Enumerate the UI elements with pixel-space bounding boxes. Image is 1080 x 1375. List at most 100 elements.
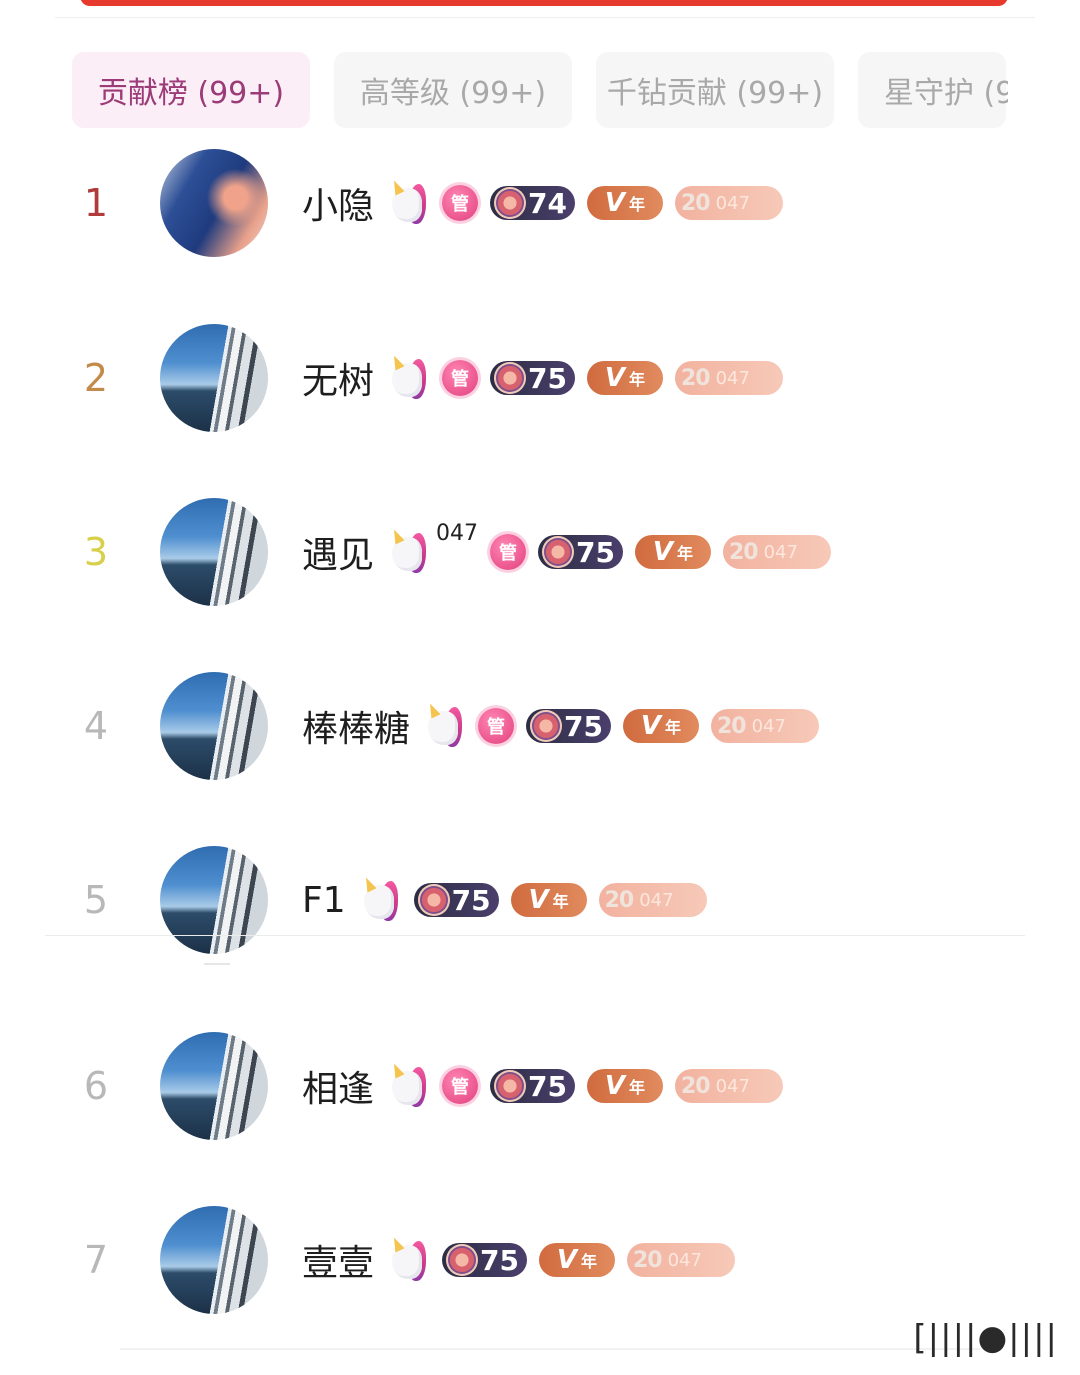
- level-number: 75: [451, 883, 491, 917]
- fan-club-badge: 20 047: [674, 186, 783, 220]
- tab-star-guardian[interactable]: 星守护 (9: [858, 52, 1008, 128]
- rank-number: 2: [83, 356, 109, 400]
- admin-badge: 管: [490, 534, 527, 570]
- username: 遇见: [302, 535, 375, 576]
- unicorn-icon: [386, 1235, 430, 1283]
- username: 小隐: [302, 186, 375, 227]
- level-number: 75: [576, 535, 615, 569]
- username: 壹壹: [302, 1243, 375, 1284]
- level-badge: 75: [490, 1069, 575, 1103]
- heart-icon: 20: [680, 1073, 711, 1099]
- fan-club-badge: 20 047: [674, 1069, 783, 1103]
- gem-icon: [542, 536, 575, 568]
- ranking-tabs: 贡献榜 (99+) 高等级 (99+) 千钻贡献 (99+) 星守护 (9: [72, 52, 1008, 128]
- annual-vip-badge: V年: [634, 535, 711, 569]
- user-info: 棒棒糖 管 75 V年 20 047: [302, 661, 819, 791]
- level-badge: 75: [490, 361, 575, 395]
- avatar[interactable]: [160, 149, 268, 257]
- unicorn-icon: [386, 1061, 430, 1109]
- username: 无树: [302, 361, 375, 402]
- unicorn-icon: [422, 701, 466, 749]
- gem-icon: [417, 884, 450, 916]
- superscript-number: 047: [436, 521, 479, 546]
- level-badge: 74: [490, 186, 575, 220]
- level-number: 75: [480, 1243, 519, 1277]
- annual-vip-badge: V年: [622, 709, 699, 743]
- level-number: 75: [528, 1069, 567, 1103]
- annual-vip-badge: V年: [586, 361, 663, 395]
- unicorn-icon: [386, 353, 430, 401]
- level-number: 74: [528, 186, 567, 220]
- heart-icon: 20: [716, 713, 747, 739]
- fan-club-badge: 20 047: [626, 1243, 735, 1277]
- tab-contribution[interactable]: 贡献榜 (99+): [72, 52, 310, 128]
- annual-vip-badge: V年: [586, 186, 663, 220]
- user-info: F1 75 V年 20 047: [302, 835, 707, 965]
- level-badge: 75: [413, 883, 499, 917]
- divider: [204, 963, 230, 965]
- admin-badge: 管: [442, 360, 479, 396]
- unicorn-icon: [386, 527, 430, 575]
- fan-club-badge: 20 047: [674, 361, 783, 395]
- heart-icon: 20: [680, 365, 711, 391]
- divider: [55, 17, 1035, 18]
- gem-icon: [494, 187, 527, 219]
- fan-club-badge: 20 047: [722, 535, 831, 569]
- gem-icon: [494, 362, 527, 394]
- annual-vip-badge: V年: [510, 883, 587, 917]
- tab-high-level[interactable]: 高等级 (99+): [334, 52, 572, 128]
- rank-number: 6: [83, 1064, 109, 1108]
- annual-vip-badge: V年: [586, 1069, 663, 1103]
- heart-icon: 20: [680, 190, 711, 216]
- username: 相逢: [302, 1069, 375, 1110]
- user-info: 相逢 管 75 V年 20 047: [302, 1021, 783, 1151]
- annual-vip-badge: V年: [538, 1243, 615, 1277]
- username: F1: [302, 879, 346, 921]
- rank-number: 4: [83, 704, 109, 748]
- user-info: 无树 管 75 V年 20 047: [302, 313, 783, 443]
- ranking-row[interactable]: 2 无树 管 75 V年 20 047: [0, 313, 1080, 443]
- user-info: 遇见 047 管 75 V年 20 047: [302, 487, 831, 617]
- username: 棒棒糖: [302, 709, 411, 750]
- divider: [120, 1348, 980, 1350]
- user-info: 壹壹 75 V年 20 047: [302, 1195, 735, 1325]
- avatar[interactable]: [160, 498, 268, 606]
- heart-icon: 20: [728, 539, 759, 565]
- fan-club-badge: 20 047: [710, 709, 819, 743]
- level-number: 75: [528, 361, 567, 395]
- admin-badge: 管: [478, 708, 515, 744]
- heart-icon: 20: [632, 1247, 663, 1273]
- level-number: 75: [564, 709, 603, 743]
- divider: [45, 935, 1025, 936]
- gem-icon: [446, 1244, 479, 1276]
- avatar[interactable]: [160, 846, 268, 954]
- gem-icon: [494, 1070, 527, 1102]
- unicorn-icon: [358, 875, 402, 923]
- user-info: 小隐 管 74 V年 20 047: [302, 138, 783, 268]
- ranking-row[interactable]: 3 遇见 047 管 75 V年 20 047: [0, 487, 1080, 617]
- watermark: [||||●||||: [913, 1318, 1058, 1358]
- level-badge: 75: [442, 1243, 527, 1277]
- avatar[interactable]: [160, 672, 268, 780]
- level-badge: 75: [526, 709, 611, 743]
- heart-icon: 20: [604, 887, 635, 913]
- avatar[interactable]: [160, 1032, 268, 1140]
- top-action-bar: [80, 0, 1008, 6]
- rank-number: 1: [83, 181, 109, 225]
- fan-club-badge: 20 047: [598, 883, 707, 917]
- ranking-row[interactable]: 1 小隐 管 74 V年 20 047: [0, 138, 1080, 268]
- rank-number: 7: [83, 1238, 109, 1282]
- ranking-row[interactable]: 4 棒棒糖 管 75 V年 20 047: [0, 661, 1080, 791]
- admin-badge: 管: [442, 185, 479, 221]
- rank-number: 3: [83, 530, 109, 574]
- ranking-row[interactable]: 5 F1 75 V年 20 047: [0, 835, 1080, 965]
- rank-number: 5: [83, 878, 109, 922]
- ranking-row[interactable]: 6 相逢 管 75 V年 20 047: [0, 1021, 1080, 1151]
- unicorn-icon: [386, 178, 430, 226]
- gem-icon: [530, 710, 563, 742]
- admin-badge: 管: [442, 1068, 479, 1104]
- avatar[interactable]: [160, 1206, 268, 1314]
- avatar[interactable]: [160, 324, 268, 432]
- tab-diamond-contribution[interactable]: 千钻贡献 (99+): [596, 52, 834, 128]
- ranking-row[interactable]: 7 壹壹 75 V年 20 047: [0, 1195, 1080, 1325]
